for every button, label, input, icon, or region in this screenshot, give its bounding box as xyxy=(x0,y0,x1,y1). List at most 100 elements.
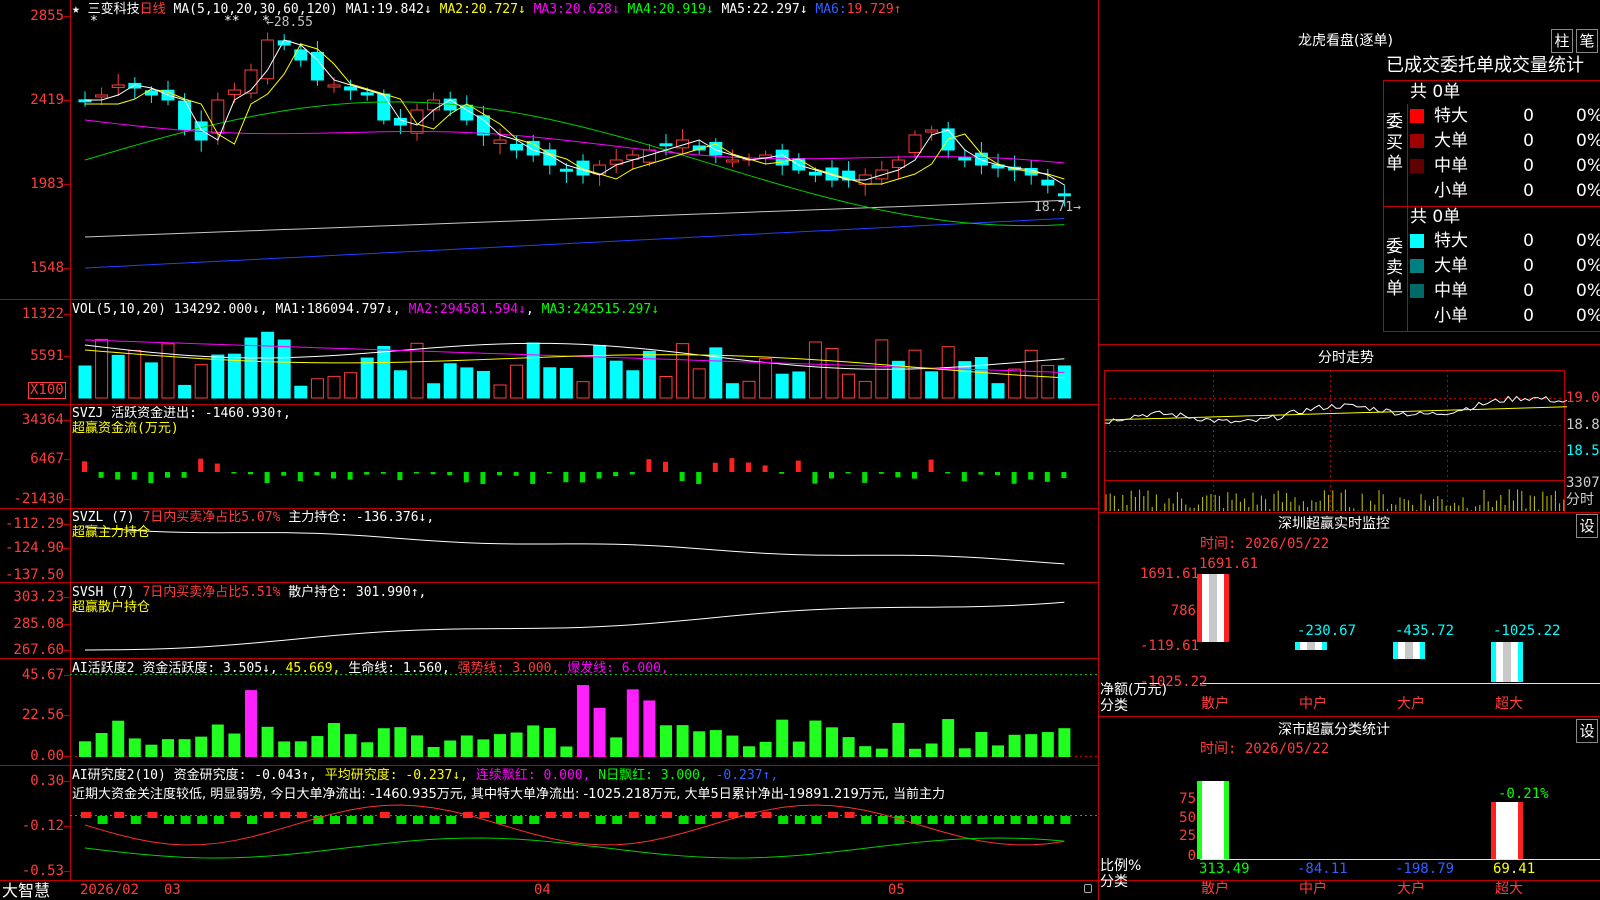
bar-value: 313.49 xyxy=(1199,861,1250,877)
bar-value: -230.67 xyxy=(1297,623,1357,639)
time-label-apr: 04 xyxy=(534,882,551,898)
sz-monitor-bar-large-edge xyxy=(1420,642,1425,659)
sell-side-char-1: 委 xyxy=(1386,237,1403,257)
ma1-label: MA1: xyxy=(345,2,378,17)
bar-category-label: 中户 xyxy=(1299,696,1327,712)
intraday-volume: 3307 xyxy=(1566,475,1600,491)
sz-class-settings-button[interactable]: 设 xyxy=(1576,719,1598,743)
buy-row-label: 大单 xyxy=(1434,131,1468,151)
time-label-feb: 2026/02 xyxy=(80,882,140,898)
low-price-value: 18.71 xyxy=(1034,200,1074,215)
bar-category-label: 超大 xyxy=(1495,696,1523,712)
svsh-axis-2: 285.08 xyxy=(13,616,64,632)
ai-research-d: N日飘红: 3.000, xyxy=(598,768,708,783)
sell-row-label: 大单 xyxy=(1434,256,1468,276)
ma3-value: 20.628↓ xyxy=(564,2,620,17)
dragon-title: 龙虎看盘(逐单) xyxy=(1298,33,1393,49)
buy-row-label: 小单 xyxy=(1434,181,1468,201)
sell-row-qty: 0 xyxy=(1523,231,1534,251)
volume-value: 134292.000↓ xyxy=(173,302,260,317)
svzl-legend: SVZL (7) 7日内买卖净占比5.07% 主力持仓: -136.376↓, xyxy=(72,510,434,525)
ma3-label: MA3: xyxy=(533,2,565,17)
vol-ma2-label: MA2: xyxy=(408,302,440,317)
sz-monitor-settings-button[interactable]: 设 xyxy=(1576,514,1598,538)
ai-active-b: 45.669, xyxy=(285,661,341,676)
high-price-label: ←28.55 xyxy=(266,15,313,30)
svzl-axis-2: -124.90 xyxy=(4,540,64,556)
sz-class-axis-1: 75 xyxy=(1179,791,1196,807)
buy-side-char-2: 买 xyxy=(1386,133,1403,153)
sell-row-qty: 0 xyxy=(1523,256,1534,276)
svsh-legend: SVSH (7) 7日内买卖净占比5.51% 散户持仓: 301.990↑, xyxy=(72,585,426,600)
sz-class-bar-super-edge xyxy=(1518,802,1523,859)
buy-color-swatch xyxy=(1410,159,1424,173)
bar-mode-button[interactable]: 柱 xyxy=(1551,29,1573,53)
bar-category-label: 大户 xyxy=(1397,696,1425,712)
svzl-pos: 主力持仓: -136.376↓, xyxy=(288,510,435,525)
pen-mode-button[interactable]: 笔 xyxy=(1576,29,1598,53)
bar-value: -435.72 xyxy=(1395,623,1455,639)
ai-active-c: 生命线: 1.560, xyxy=(348,661,450,676)
ai-active-d: 强势线: 3.000, xyxy=(457,661,560,676)
ai-active-title: AI活跃度2 xyxy=(72,661,135,676)
main-legend: ★ 三变科技日线 MA(5,10,20,30,60,120) MA1:19.84… xyxy=(72,2,902,17)
ma4-value: 20.919↓ xyxy=(658,2,714,17)
ai-research-b: 平均研究度: -0.237↓, xyxy=(324,768,469,783)
sz-monitor-axis-3: -119.61 xyxy=(1140,638,1200,654)
sz-monitor-bar-super-edge xyxy=(1491,642,1496,682)
sz-monitor-bar-mid-edge xyxy=(1295,642,1300,650)
sz-monitor-bar-retail-shade xyxy=(1209,574,1217,642)
intraday-title: 分时走势 xyxy=(1318,350,1374,366)
buy-row-pct: 0% xyxy=(1576,156,1600,176)
ma1-value: 19.842↓ xyxy=(377,2,432,17)
svsh-title: SVSH (7) xyxy=(72,585,135,600)
bar-category-label: 中户 xyxy=(1299,881,1327,897)
svzj-axis-3: -21430 xyxy=(13,491,64,507)
ma6-label: MA6: xyxy=(815,2,847,17)
bar-value: -1025.22 xyxy=(1493,623,1561,639)
buy-side-char-1: 委 xyxy=(1386,112,1403,132)
vol-ma3-value: 242515.297↓ xyxy=(572,302,660,317)
sell-color-swatch xyxy=(1410,259,1424,273)
ai-research-axis-1: 0.30 xyxy=(30,773,64,789)
star-icon: ★ xyxy=(72,2,80,17)
svzl-subtitle: 超赢主力持仓 xyxy=(72,525,151,540)
vol-ma1-label: MA1: xyxy=(275,302,307,317)
sz-monitor-bar-super-edge xyxy=(1518,642,1523,682)
ma5-label: MA5: xyxy=(721,2,753,17)
svsh-axis-3: 267.60 xyxy=(13,642,64,658)
sell-row-qty: 0 xyxy=(1523,281,1534,301)
sz-monitor-bar-retail-edge xyxy=(1197,574,1202,642)
sell-side-char-3: 单 xyxy=(1386,279,1403,299)
buy-color-swatch xyxy=(1410,134,1424,148)
sz-monitor-bar-super-shade xyxy=(1503,642,1511,682)
buy-row-qty: 0 xyxy=(1523,106,1534,126)
bar-value: -198.79 xyxy=(1395,861,1455,877)
price-axis-2: 2419 xyxy=(30,92,64,108)
sell-color-swatch xyxy=(1410,234,1424,248)
ai-research-legend: AI研究度2(10) 资金研究度: -0.043↑, 平均研究度: -0.237… xyxy=(72,768,778,783)
period-label[interactable]: 日线 xyxy=(140,2,166,17)
sz-class-bar-super-edge xyxy=(1491,802,1496,859)
sz-monitor-title: 深圳超赢实时监控 xyxy=(1278,516,1390,532)
buy-side-char-3: 单 xyxy=(1386,154,1403,174)
buy-total: 共 0单 xyxy=(1410,82,1461,102)
sell-row-qty: 0 xyxy=(1523,306,1534,326)
sz-monitor-xlabel: 分类 xyxy=(1100,698,1128,714)
intraday-volume-label: 分时 xyxy=(1566,492,1594,508)
sz-monitor-bar-mid-shade xyxy=(1307,642,1315,650)
buy-color-swatch xyxy=(1410,109,1424,123)
buy-row-pct: 0% xyxy=(1576,181,1600,201)
ai-research-axis-2: -0.12 xyxy=(21,818,64,834)
ai-active-a: 资金活跃度: 3.505↓, xyxy=(142,661,278,676)
lock-icon[interactable] xyxy=(1084,884,1092,893)
sz-monitor-bar-large-edge xyxy=(1393,642,1398,659)
sell-row-pct: 0% xyxy=(1576,306,1600,326)
bar-value: 1691.61 xyxy=(1199,556,1259,572)
right-side-charts[interactable] xyxy=(0,0,1600,900)
buy-side-label: 委买单 xyxy=(1386,112,1406,175)
buy-row-pct: 0% xyxy=(1576,131,1600,151)
buy-row-label: 中单 xyxy=(1434,156,1468,176)
sell-color-swatch xyxy=(1410,284,1424,298)
ai-research-e: -0.237↑, xyxy=(715,768,779,783)
